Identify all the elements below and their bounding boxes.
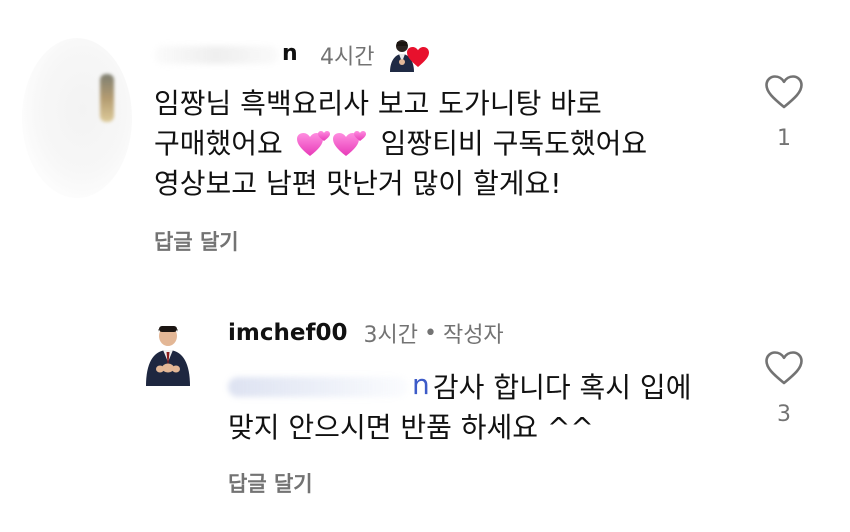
avatar[interactable] bbox=[142, 322, 194, 386]
comment-header: imchef00 3시간 • 작성자 bbox=[228, 318, 504, 348]
like-button[interactable]: 1 bbox=[762, 74, 806, 151]
timestamp: 3시간 bbox=[363, 323, 418, 348]
comment-text-line: 임짱님 흑백요리사 보고 도가니탕 바로 bbox=[154, 87, 602, 120]
username[interactable]: imchef00 bbox=[228, 320, 347, 346]
author-label: 작성자 bbox=[442, 323, 504, 348]
comment-text-line: 맞지 안으시면 반품 하세요 ^^ bbox=[228, 411, 594, 444]
avatar[interactable] bbox=[22, 38, 132, 198]
like-count: 1 bbox=[777, 126, 791, 151]
heart-outline-icon[interactable] bbox=[764, 74, 804, 110]
heart-outline-icon[interactable] bbox=[764, 350, 804, 386]
comment-item: imchef00 3시간 • 작성자 n 감사 합니다 혹시 입에 맞지 안으시… bbox=[0, 300, 850, 532]
two-pink-hearts-icon bbox=[296, 131, 366, 156]
red-heart-icon bbox=[407, 47, 430, 67]
chef-avatar-icon bbox=[146, 326, 190, 386]
comment-item: n 4시간 임짱님 흑백요리사 보고 도가니탕 바로 구매했어요 임짱티비 구독… bbox=[0, 0, 850, 280]
comment-text-line: 영상보고 남편 맛난거 많이 할게요! bbox=[154, 167, 562, 200]
mention-redacted[interactable]: n bbox=[228, 368, 430, 401]
separator-dot: • bbox=[423, 320, 437, 346]
comment-text-line: n 감사 합니다 혹시 입에 bbox=[228, 368, 748, 408]
timestamp: 4시간 bbox=[320, 45, 375, 70]
comment-header: n 4시간 bbox=[154, 38, 432, 72]
comment-text: 임짱님 흑백요리사 보고 도가니탕 바로 구매했어요 임짱티비 구독도했어요 영… bbox=[154, 84, 714, 204]
like-count: 3 bbox=[777, 402, 791, 427]
reply-button[interactable]: 답글 달기 bbox=[154, 226, 239, 256]
like-button[interactable]: 3 bbox=[762, 350, 806, 427]
liked-by-author-badge bbox=[388, 38, 432, 72]
comment-text-line: 구매했어요 임짱티비 구독도했어요 bbox=[154, 127, 648, 160]
comment-text: n 감사 합니다 혹시 입에 맞지 안으시면 반품 하세요 ^^ bbox=[228, 368, 748, 448]
username-redacted[interactable]: n bbox=[154, 41, 314, 68]
reply-button[interactable]: 답글 달기 bbox=[228, 468, 313, 498]
